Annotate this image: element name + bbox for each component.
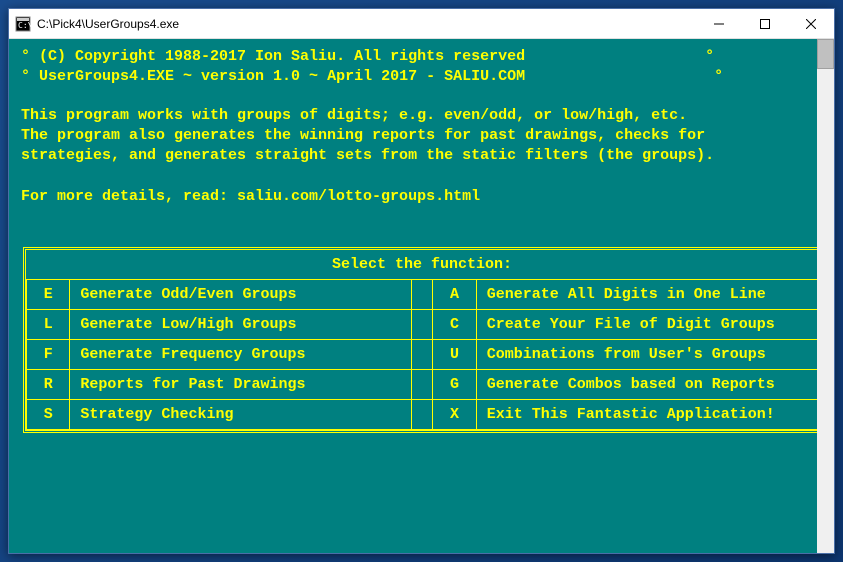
app-icon: C:\ (15, 16, 31, 32)
version-text: UserGroups4.EXE ~ version 1.0 ~ April 20… (39, 68, 525, 85)
copyright-line: ° (C) Copyright 1988-2017 Ion Saliu. All… (21, 47, 830, 67)
scrollbar-thumb[interactable] (817, 39, 834, 69)
menu-title: Select the function: (27, 250, 818, 280)
menu-row: R Reports for Past Drawings G Generate C… (27, 369, 818, 399)
menu-separator (411, 309, 433, 339)
menu-table: Select the function: E Generate Odd/Even… (26, 250, 818, 430)
menu-row: S Strategy Checking X Exit This Fantasti… (27, 399, 818, 429)
window-title: C:\Pick4\UserGroups4.exe (37, 17, 696, 31)
maximize-icon (760, 19, 770, 29)
menu-key-a[interactable]: A (433, 279, 476, 309)
menu-key-g[interactable]: G (433, 369, 476, 399)
menu-row: F Generate Frequency Groups U Combinatio… (27, 339, 818, 369)
menu-row: L Generate Low/High Groups C Create Your… (27, 309, 818, 339)
menu-separator (411, 279, 433, 309)
desc-line-4: For more details, read: saliu.com/lotto-… (21, 188, 480, 205)
menu-separator (411, 369, 433, 399)
vertical-scrollbar[interactable] (817, 39, 834, 553)
minimize-icon (714, 19, 724, 29)
console-area: ° (C) Copyright 1988-2017 Ion Saliu. All… (9, 39, 834, 553)
menu-label-create-file[interactable]: Create Your File of Digit Groups (476, 309, 817, 339)
menu-key-r[interactable]: R (27, 369, 70, 399)
menu-separator (411, 399, 433, 429)
menu-label-strategy[interactable]: Strategy Checking (70, 399, 411, 429)
menu-container: Select the function: E Generate Odd/Even… (21, 247, 830, 433)
desc-line-1: This program works with groups of digits… (21, 107, 687, 124)
menu-row: E Generate Odd/Even Groups A Generate Al… (27, 279, 818, 309)
desc-line-3: strategies, and generates straight sets … (21, 147, 714, 164)
menu-label-frequency[interactable]: Generate Frequency Groups (70, 339, 411, 369)
menu-label-odd-even[interactable]: Generate Odd/Even Groups (70, 279, 411, 309)
close-icon (806, 19, 816, 29)
menu-label-reports[interactable]: Reports for Past Drawings (70, 369, 411, 399)
menu-key-x[interactable]: X (433, 399, 476, 429)
minimize-button[interactable] (696, 9, 742, 38)
version-line: ° UserGroups4.EXE ~ version 1.0 ~ April … (21, 67, 830, 87)
window-controls (696, 9, 834, 38)
menu-key-f[interactable]: F (27, 339, 70, 369)
menu-label-low-high[interactable]: Generate Low/High Groups (70, 309, 411, 339)
maximize-button[interactable] (742, 9, 788, 38)
description-block: This program works with groups of digits… (21, 106, 830, 207)
menu-title-row: Select the function: (27, 250, 818, 280)
app-window: C:\ C:\Pick4\UserGroups4.exe ° (C) Copyr… (8, 8, 835, 554)
menu-key-s[interactable]: S (27, 399, 70, 429)
desc-line-2: The program also generates the winning r… (21, 127, 705, 144)
menu-key-c[interactable]: C (433, 309, 476, 339)
menu-label-combinations[interactable]: Combinations from User's Groups (476, 339, 817, 369)
menu-box: Select the function: E Generate Odd/Even… (23, 247, 821, 433)
menu-label-gen-combos[interactable]: Generate Combos based on Reports (476, 369, 817, 399)
menu-label-all-digits[interactable]: Generate All Digits in One Line (476, 279, 817, 309)
titlebar: C:\ C:\Pick4\UserGroups4.exe (9, 9, 834, 39)
menu-separator (411, 339, 433, 369)
svg-text:C:\: C:\ (18, 21, 31, 30)
menu-key-l[interactable]: L (27, 309, 70, 339)
menu-label-exit[interactable]: Exit This Fantastic Application! (476, 399, 817, 429)
copyright-text: (C) Copyright 1988-2017 Ion Saliu. All r… (39, 48, 525, 65)
menu-key-e[interactable]: E (27, 279, 70, 309)
menu-key-u[interactable]: U (433, 339, 476, 369)
close-button[interactable] (788, 9, 834, 38)
